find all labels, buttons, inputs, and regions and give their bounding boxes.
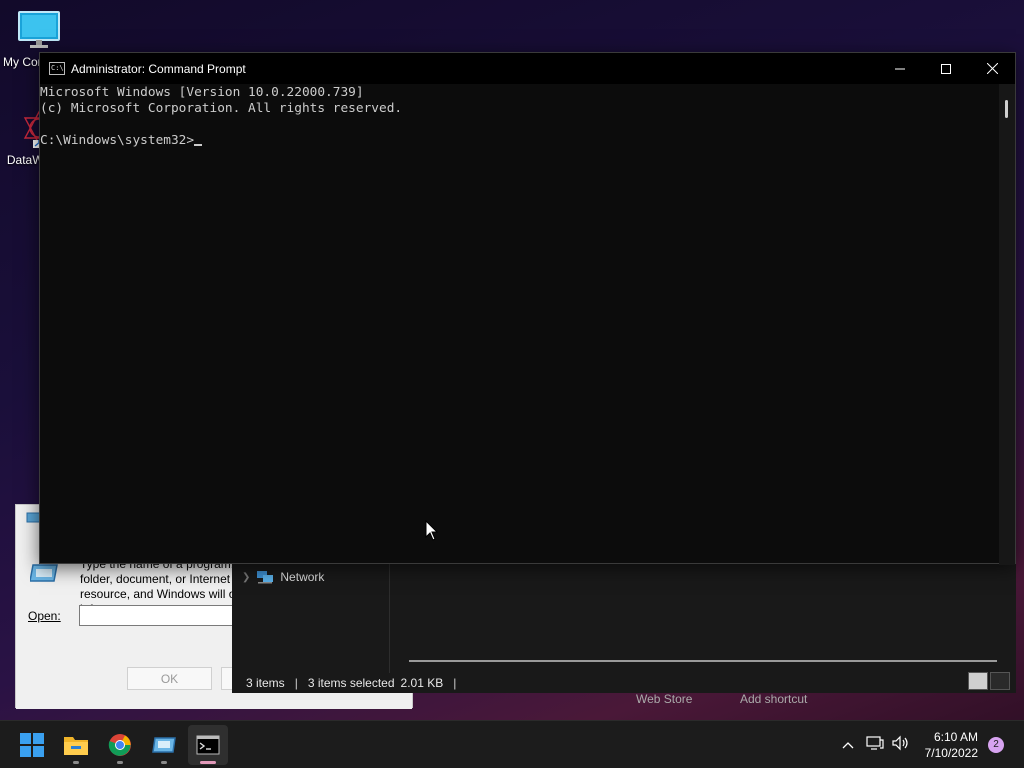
nav-label: Network bbox=[280, 570, 325, 584]
view-buttons bbox=[968, 672, 1010, 690]
speaker-icon bbox=[892, 735, 908, 750]
prompt-line[interactable]: C:\Windows\system32> bbox=[40, 133, 1000, 149]
mouse-pointer-icon bbox=[425, 520, 439, 541]
close-button[interactable] bbox=[969, 53, 1015, 84]
web-store-label: Web Store bbox=[636, 692, 693, 706]
taskbar-file-explorer[interactable] bbox=[56, 725, 96, 765]
running-indicator bbox=[161, 761, 167, 764]
vertical-scrollbar[interactable] bbox=[999, 84, 1015, 565]
horizontal-scrollbar[interactable] bbox=[409, 660, 997, 662]
minimize-icon bbox=[895, 68, 905, 69]
terminal-icon bbox=[196, 735, 220, 755]
title-bar[interactable]: C:\ Administrator: Command Prompt bbox=[40, 53, 1015, 84]
maximize-icon bbox=[941, 63, 951, 74]
cmd-icon: C:\ bbox=[49, 62, 65, 75]
navigation-pane: ❯ Network bbox=[232, 560, 390, 673]
add-shortcut-label: Add shortcut bbox=[740, 692, 808, 706]
file-explorer-window[interactable]: ❯ Network 3 items | 3 items selected 2.0… bbox=[232, 560, 1016, 693]
console-prompt: C:\Windows\system32> bbox=[40, 133, 195, 148]
taskbar: 6:10 AM 7/10/2022 2 bbox=[0, 720, 1024, 768]
status-separator: | bbox=[453, 676, 457, 690]
run-icon bbox=[152, 737, 176, 753]
network-icon bbox=[257, 571, 274, 584]
details-view-button[interactable] bbox=[968, 672, 988, 690]
network-tray-button[interactable] bbox=[862, 735, 888, 756]
network-status-icon bbox=[866, 735, 884, 750]
close-icon bbox=[986, 63, 998, 74]
ok-button[interactable]: OK bbox=[127, 667, 212, 690]
selected-count: 3 items selected bbox=[307, 676, 395, 690]
maximize-button[interactable] bbox=[923, 53, 969, 84]
taskbar-run[interactable] bbox=[144, 725, 184, 765]
scrollbar-thumb[interactable] bbox=[1005, 100, 1008, 118]
start-button[interactable] bbox=[12, 725, 52, 765]
console-line: Microsoft Windows [Version 10.0.22000.73… bbox=[40, 85, 364, 100]
text-cursor bbox=[194, 144, 203, 146]
system-tray bbox=[838, 721, 914, 768]
status-separator: | bbox=[294, 676, 298, 690]
running-indicator bbox=[200, 761, 216, 764]
running-indicator bbox=[73, 761, 79, 764]
clock-time: 6:10 AM bbox=[933, 730, 978, 744]
minimize-button[interactable] bbox=[877, 53, 923, 84]
taskbar-command-prompt[interactable] bbox=[188, 725, 228, 765]
taskbar-chrome[interactable] bbox=[100, 725, 140, 765]
notification-badge[interactable]: 2 bbox=[988, 737, 1004, 753]
chevron-right-icon: ❯ bbox=[242, 571, 251, 583]
selected-size: 2.01 KB bbox=[400, 676, 444, 690]
window-controls bbox=[877, 53, 1015, 84]
chevron-up-icon bbox=[842, 742, 854, 749]
running-indicator bbox=[117, 761, 123, 764]
open-label: Open: bbox=[28, 609, 61, 623]
volume-tray-button[interactable] bbox=[888, 735, 914, 756]
clock[interactable]: 6:10 AM 7/10/2022 bbox=[925, 729, 978, 761]
clock-date: 7/10/2022 bbox=[924, 746, 978, 760]
show-hidden-icons-button[interactable] bbox=[838, 736, 858, 754]
chrome-icon bbox=[108, 734, 131, 756]
status-bar: 3 items | 3 items selected 2.01 KB | bbox=[232, 673, 1016, 693]
large-icons-view-button[interactable] bbox=[990, 672, 1010, 690]
item-count: 3 items bbox=[246, 676, 285, 690]
command-prompt-window[interactable]: C:\ Administrator: Command Prompt Micros… bbox=[39, 52, 1016, 565]
start-icon bbox=[20, 733, 44, 757]
console-line: (c) Microsoft Corporation. All rights re… bbox=[40, 101, 403, 116]
console-output[interactable]: Microsoft Windows [Version 10.0.22000.73… bbox=[40, 84, 1000, 565]
nav-item-network[interactable]: ❯ Network bbox=[242, 570, 324, 584]
file-explorer-icon bbox=[64, 737, 88, 755]
monitor-icon bbox=[18, 11, 60, 48]
window-title: Administrator: Command Prompt bbox=[71, 61, 246, 76]
